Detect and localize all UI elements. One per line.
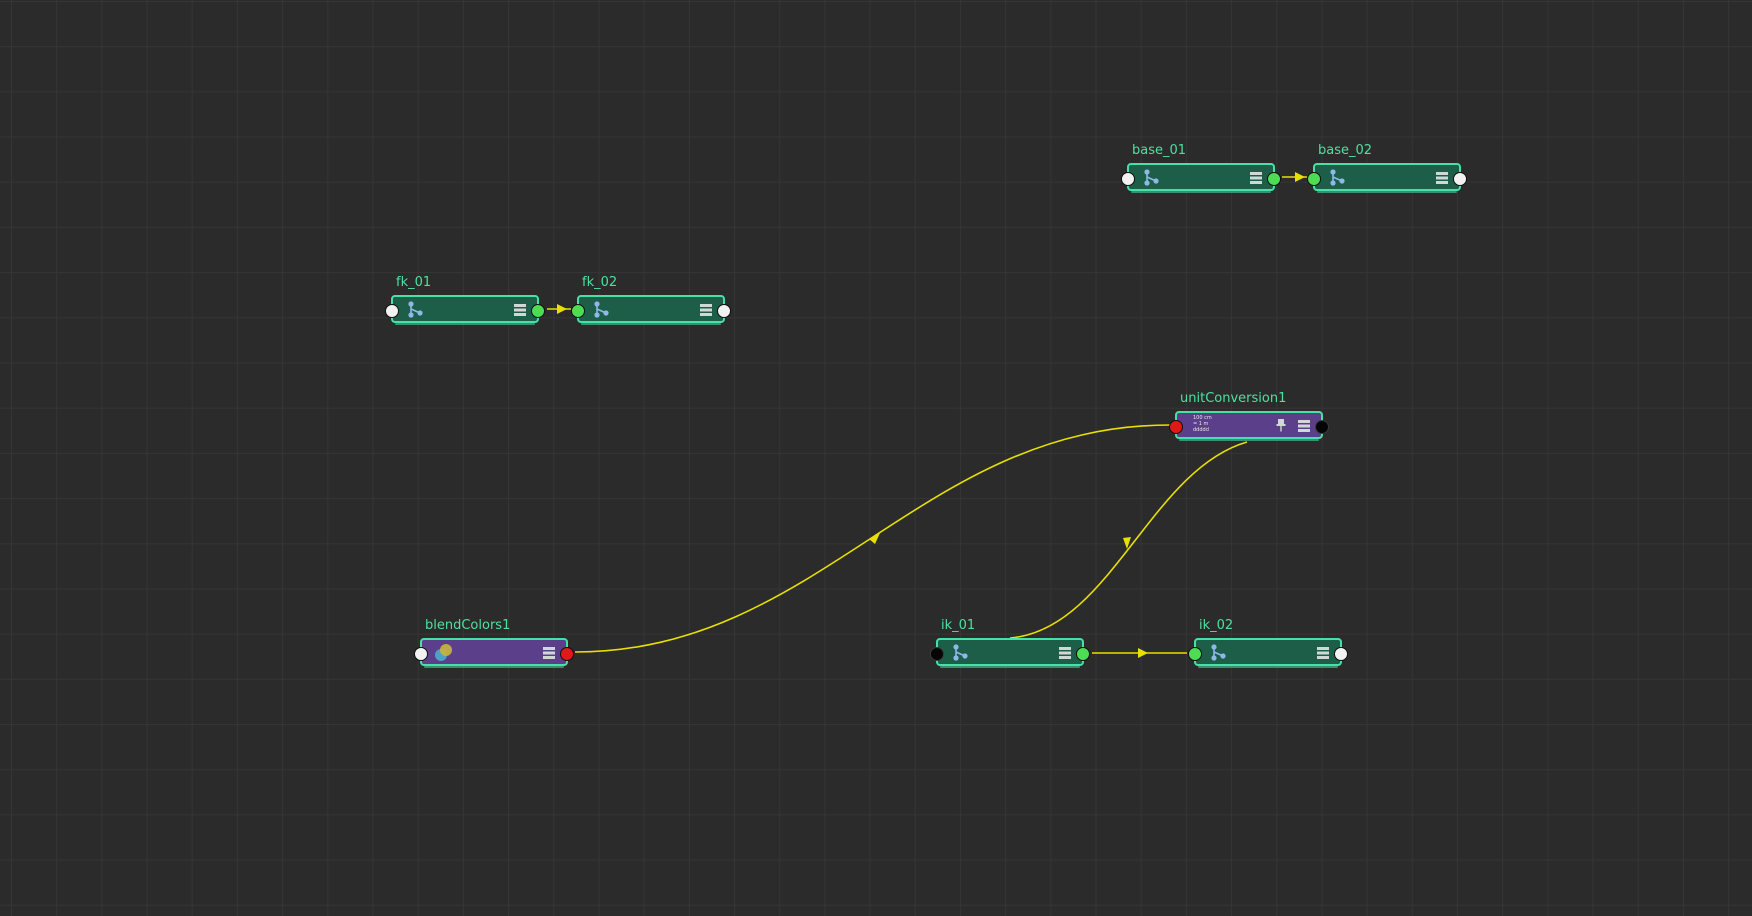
menu-icon[interactable] [513,303,527,317]
output-port[interactable] [717,304,731,318]
node-label: fk_01 [396,275,432,290]
node-label: blendColors1 [425,618,511,633]
wire-arrow [1123,537,1131,549]
node-label: ik_02 [1199,618,1234,633]
menu-icon[interactable] [542,646,556,660]
output-port[interactable] [1076,647,1090,661]
node-body[interactable] [1188,638,1348,668]
joint-icon [953,644,968,661]
wire-arrow [557,304,567,314]
input-port[interactable] [1121,172,1135,186]
joint-icon [1144,169,1159,186]
input-port[interactable] [1188,647,1202,661]
blend-colors-icon [435,644,452,661]
output-port[interactable] [1334,647,1348,661]
menu-icon[interactable] [1249,171,1263,185]
pin-icon[interactable] [1276,418,1286,432]
node-body[interactable]: 100 cm = 1 m ddddd [1169,411,1329,441]
unit-conversion-icon: 100 cm = 1 m ddddd [1193,415,1212,433]
wire-arrow [869,533,880,544]
joint-icon [408,301,423,318]
node-label: base_01 [1132,143,1187,158]
node-label: unitConversion1 [1180,391,1287,406]
node-body[interactable] [930,638,1090,668]
menu-icon[interactable] [1316,646,1330,660]
output-port[interactable] [1267,172,1281,186]
output-port[interactable] [1453,172,1467,186]
input-port[interactable] [1307,172,1321,186]
output-port[interactable] [531,304,545,318]
input-port[interactable] [414,647,428,661]
menu-icon[interactable] [699,303,713,317]
wire-blendcolors-unitconversion[interactable] [574,424,1171,653]
joint-icon [1330,169,1345,186]
wire-arrow [1138,648,1148,658]
input-port[interactable] [930,647,944,661]
node-label: ik_01 [941,618,976,633]
node-body[interactable] [1121,163,1281,193]
menu-icon[interactable] [1435,171,1449,185]
node-body[interactable] [385,295,545,325]
node-body[interactable] [414,638,574,668]
node-body[interactable] [1307,163,1467,193]
menu-icon[interactable] [1058,646,1072,660]
input-port[interactable] [571,304,585,318]
wire-arrow [1295,172,1305,182]
node-editor-canvas[interactable]: base_01 base_02 fk_01 fk_02 unitConversi… [0,0,1752,916]
connection-wires [547,172,1307,658]
node-label: base_02 [1318,143,1373,158]
input-port[interactable] [385,304,399,318]
joint-icon [1211,644,1226,661]
output-port[interactable] [560,647,574,661]
input-port[interactable] [1169,420,1183,434]
joint-icon [594,301,609,318]
menu-icon[interactable] [1297,419,1311,433]
output-port[interactable] [1315,420,1329,434]
node-body[interactable] [571,295,731,325]
node-label: fk_02 [582,275,618,290]
wire-unitconversion-ik01[interactable] [1009,441,1248,639]
